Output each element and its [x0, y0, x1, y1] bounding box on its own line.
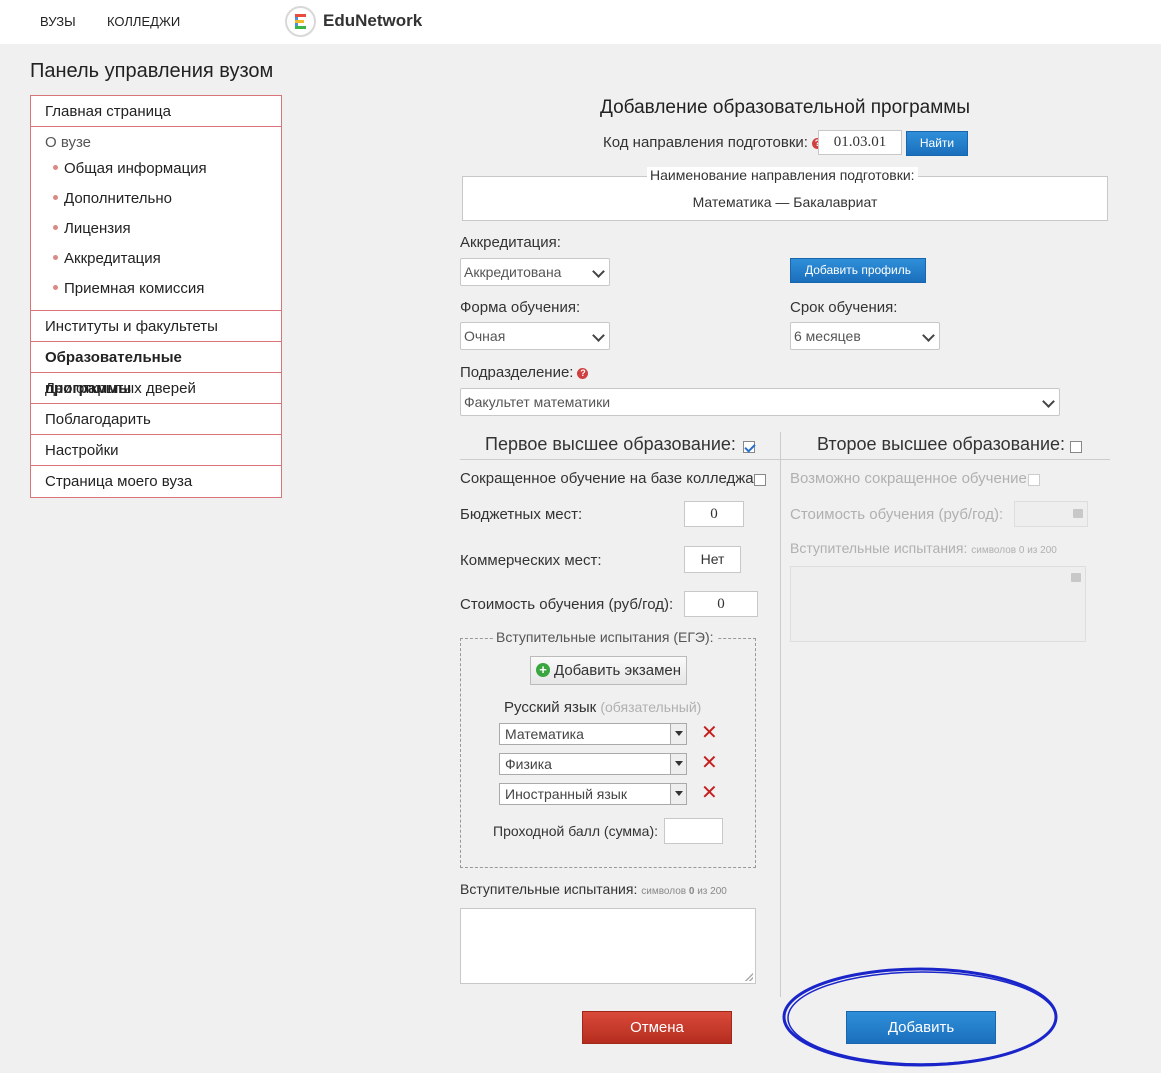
direction-legend: Наименование направления подготовки:: [647, 167, 918, 183]
duration-select[interactable]: 6 месяцев: [790, 322, 940, 350]
bullet-icon: [53, 284, 58, 290]
accreditation-label: Аккредитация:: [460, 234, 561, 251]
resize-grip-icon[interactable]: [745, 973, 753, 981]
second-tests-label: Вступительные испытания: символов 0 из 2…: [790, 540, 1057, 556]
chevron-down-icon: [1042, 395, 1055, 408]
remove-exam-icon[interactable]: ✕: [701, 783, 718, 803]
department-select[interactable]: Факультет математики: [460, 388, 1060, 416]
dropdown-arrow-icon: [670, 724, 686, 744]
sidebar-item-home[interactable]: Главная страница: [31, 96, 281, 127]
sidebar-subitem-additional[interactable]: Дополнительно: [45, 184, 267, 214]
sidebar-group-about: О вузе Общая информация Дополнительно Ли…: [31, 127, 281, 311]
accreditation-select[interactable]: Аккредитована: [460, 258, 610, 286]
logo-text[interactable]: EduNetwork: [323, 11, 422, 31]
pass-score-input[interactable]: [664, 818, 723, 844]
study-form-select[interactable]: Очная: [460, 322, 610, 350]
exams-legend: Вступительные испытания (ЕГЭ):: [493, 629, 717, 645]
direction-value: Математика — Бакалавриат: [692, 194, 878, 210]
budget-label: Бюджетных мест:: [460, 506, 583, 523]
department-label: Подразделение:?: [460, 364, 589, 381]
dropdown-arrow-icon: [670, 784, 686, 804]
cost-label: Стоимость обучения (руб/год):: [460, 596, 674, 613]
second-tests-textarea[interactable]: [790, 566, 1086, 642]
nav-colleges[interactable]: КОЛЛЕДЖИ: [107, 14, 180, 29]
exam-select-2[interactable]: Физика: [499, 753, 687, 775]
sidebar-subitem-license[interactable]: Лицензия: [45, 214, 267, 244]
first-higher-heading: Первое высшее образование:: [485, 434, 736, 454]
section-divider-horizontal: [460, 459, 1110, 460]
form-title: Добавление образовательной программы: [600, 97, 971, 118]
help-icon[interactable]: ?: [577, 367, 589, 379]
sidebar-item-settings[interactable]: Настройки: [31, 435, 281, 466]
sidebar-subitem-accreditation[interactable]: Аккредитация: [45, 244, 267, 274]
add-profile-button[interactable]: Добавить профиль: [790, 258, 926, 283]
budget-input[interactable]: 0: [684, 501, 744, 527]
dropdown-arrow-icon: [670, 754, 686, 774]
second-short-label: Возможно сокращенное обучение:: [790, 470, 1031, 487]
first-higher-checkbox[interactable]: [743, 441, 755, 453]
lock-icon: [1073, 509, 1083, 518]
sidebar-item-my-university[interactable]: Страница моего вуза: [31, 466, 281, 497]
second-cost-input[interactable]: [1014, 501, 1088, 527]
find-button[interactable]: Найти: [906, 131, 968, 156]
exam-select-1[interactable]: Математика: [499, 723, 687, 745]
sidebar-item-programs[interactable]: Образовательные программы: [31, 342, 281, 397]
tests-textarea[interactable]: [460, 908, 756, 984]
chevron-down-icon: [922, 329, 935, 342]
sidebar-menu: Главная страница О вузе Общая информация…: [30, 95, 282, 498]
char-counter: символов 0 из 200: [641, 886, 727, 897]
add-exam-button[interactable]: + Добавить экзамен: [530, 656, 687, 685]
pass-score-label: Проходной балл (сумма):: [493, 823, 658, 839]
mandatory-exam: Русский язык (обязательный): [504, 699, 702, 716]
commercial-label: Коммерческих мест:: [460, 552, 602, 569]
lock-icon: [1071, 573, 1081, 582]
logo-icon[interactable]: [285, 6, 316, 37]
bullet-icon: [53, 164, 58, 170]
duration-label: Срок обучения:: [790, 299, 898, 316]
chevron-down-icon: [592, 329, 605, 342]
short-study-checkbox[interactable]: [754, 474, 766, 486]
remove-exam-icon[interactable]: ✕: [701, 723, 718, 743]
chevron-down-icon: [592, 265, 605, 278]
sidebar-item-institutes[interactable]: Институты и факультеты: [31, 311, 281, 342]
plus-icon: +: [536, 663, 550, 677]
commercial-input[interactable]: Нет: [684, 546, 741, 573]
sidebar-subitem-admissions[interactable]: Приемная комиссия: [45, 274, 267, 304]
bullet-icon: [53, 224, 58, 230]
second-higher-checkbox[interactable]: [1070, 441, 1082, 453]
second-higher-heading: Второе высшее образование:: [817, 434, 1066, 454]
sidebar-subitem-general-info[interactable]: Общая информация: [45, 154, 267, 184]
highlight-ellipse: [782, 967, 1058, 1067]
section-divider-vertical: [780, 432, 781, 997]
study-form-label: Форма обучения:: [460, 299, 581, 316]
tests-label: Вступительные испытания: символов 0 из 2…: [460, 881, 727, 897]
cost-input[interactable]: 0: [684, 591, 758, 617]
panel-title: Панель управления вузом: [30, 60, 274, 82]
exam-select-3[interactable]: Иностранный язык: [499, 783, 687, 805]
second-short-checkbox[interactable]: [1028, 474, 1040, 486]
code-input[interactable]: 01.03.01: [818, 130, 902, 155]
sidebar-item-open-days[interactable]: Дни открытых дверей: [31, 373, 281, 404]
short-study-label: Сокращенное обучение на базе колледжа:: [460, 470, 758, 487]
sidebar-item-about[interactable]: О вузе: [45, 132, 267, 154]
bullet-icon: [53, 194, 58, 200]
nav-universities[interactable]: ВУЗЫ: [40, 14, 76, 29]
code-label: Код направления подготовки:?: [603, 134, 823, 151]
remove-exam-icon[interactable]: ✕: [701, 753, 718, 773]
cancel-button[interactable]: Отмена: [582, 1011, 732, 1044]
sidebar-item-thank[interactable]: Поблагодарить: [31, 404, 281, 435]
second-cost-label: Стоимость обучения (руб/год):: [790, 506, 1004, 523]
bullet-icon: [53, 254, 58, 260]
